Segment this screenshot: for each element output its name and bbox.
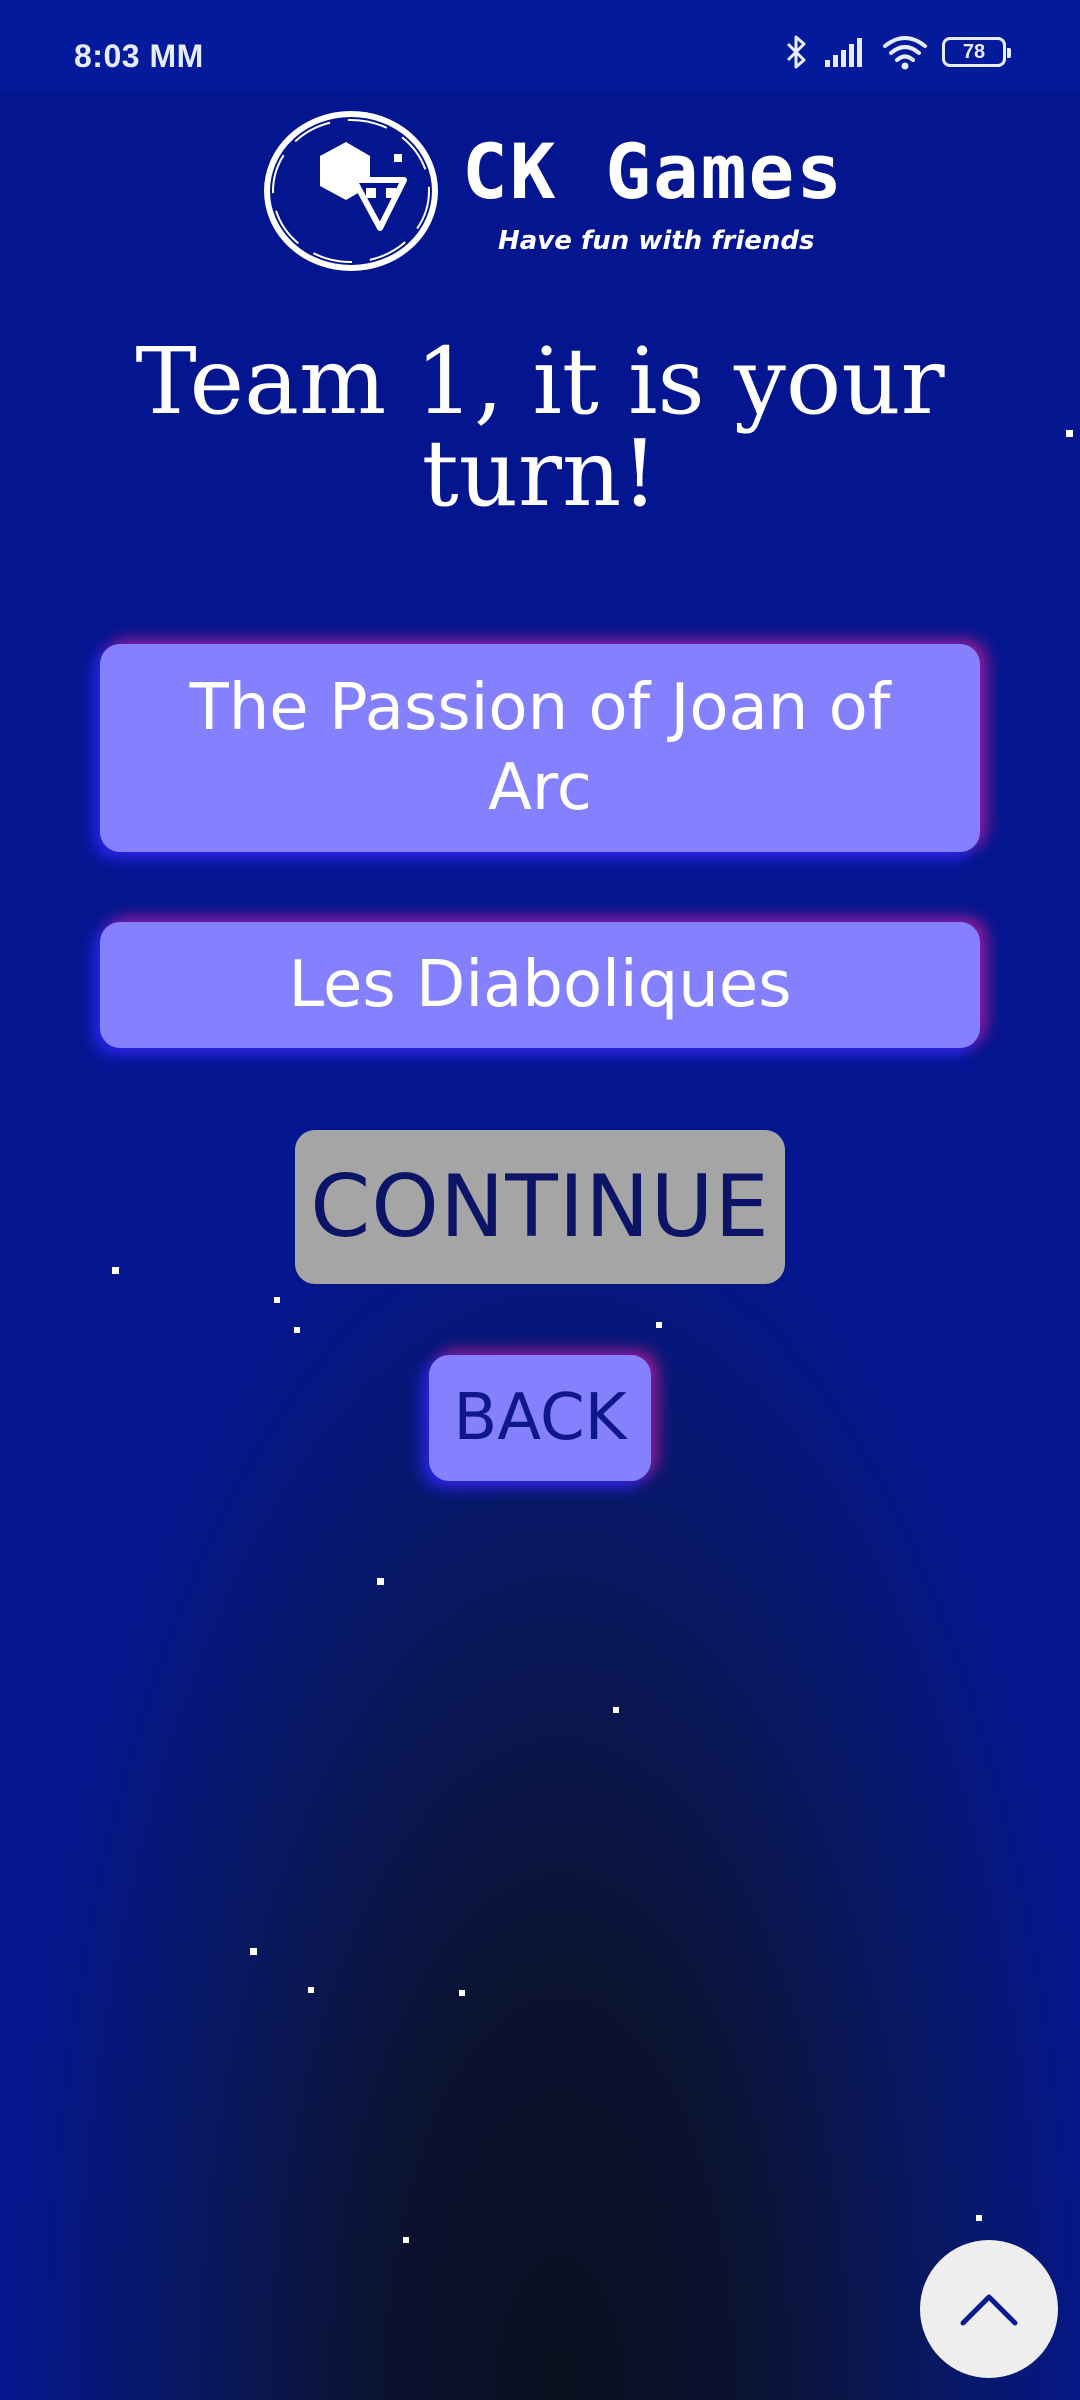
wifi-icon bbox=[882, 34, 928, 70]
signal-icon bbox=[824, 36, 868, 68]
star bbox=[613, 1707, 619, 1713]
star bbox=[294, 1327, 300, 1333]
status-time: 8:03 MM bbox=[74, 38, 204, 74]
page-title: Team 1, it is your turn! bbox=[135, 328, 945, 527]
ck-games-logo-icon bbox=[264, 111, 438, 271]
star bbox=[656, 1322, 662, 1328]
back-button[interactable]: BACK bbox=[429, 1355, 651, 1481]
chevron-up-icon bbox=[960, 2294, 1018, 2326]
star bbox=[274, 1297, 280, 1303]
star bbox=[1066, 430, 1073, 437]
ck-games-logo: CK Games Have fun with friends bbox=[262, 106, 842, 276]
scroll-to-top-button[interactable] bbox=[920, 2240, 1058, 2378]
star bbox=[250, 1948, 257, 1955]
star bbox=[308, 1987, 314, 1993]
star bbox=[976, 2215, 982, 2221]
battery-icon: 78 bbox=[942, 37, 1011, 67]
answer-option-2[interactable]: Les Diaboliques bbox=[100, 922, 980, 1048]
star bbox=[403, 2237, 409, 2243]
star bbox=[377, 1578, 384, 1585]
bluetooth-icon bbox=[784, 34, 810, 70]
star bbox=[459, 1990, 465, 1996]
status-icons: 78 bbox=[784, 34, 1011, 70]
answer-option-1[interactable]: The Passion of Joan of Arc bbox=[100, 644, 980, 852]
battery-level: 78 bbox=[962, 40, 986, 63]
logo-name: CK Games bbox=[462, 127, 845, 216]
status-bar: 8:03 MM 78 bbox=[0, 0, 1080, 90]
logo-tagline: Have fun with friends bbox=[498, 226, 815, 256]
star bbox=[112, 1267, 119, 1274]
continue-button[interactable]: CONTINUE bbox=[295, 1130, 785, 1284]
